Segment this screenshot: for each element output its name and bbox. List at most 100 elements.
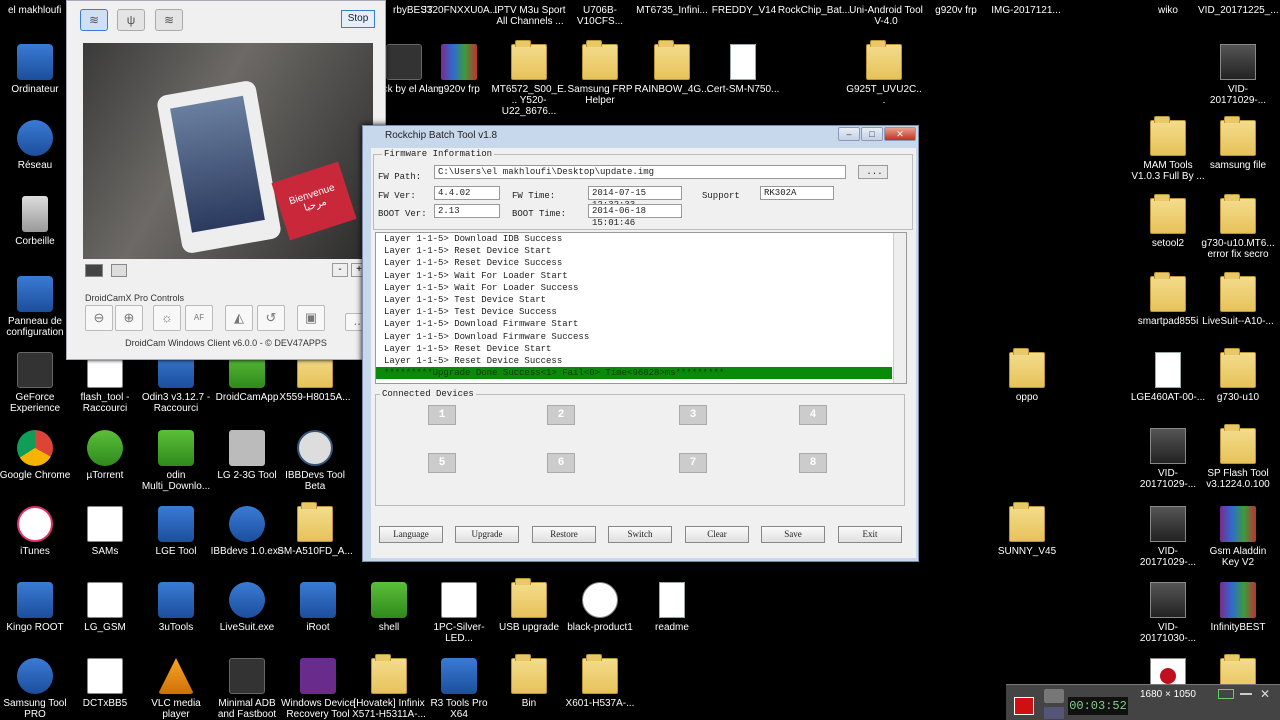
wifi-server-icon[interactable]: ≋ [155,9,183,31]
close-button[interactable]: ✕ [884,127,916,141]
language-button[interactable]: Language [379,526,443,543]
desktop-icon[interactable]: smartpad855i [1130,272,1206,327]
desktop-icon[interactable]: Bin [491,654,567,709]
desktop-icon[interactable]: Cert-SM-N750... [705,44,781,95]
desktop-icon[interactable]: Odin3 v3.12.7 - Raccourci [138,352,214,414]
autofocus-button[interactable]: AF [185,305,213,331]
desktop-icon-samsung-tool[interactable]: Samsung Tool PRO [0,658,73,720]
brightness-icon[interactable]: ☼ [153,305,181,331]
pause-icon[interactable] [1044,707,1064,719]
camera-icon[interactable] [1044,689,1064,703]
log-scrollbar[interactable] [893,233,906,383]
desktop-icon[interactable]: samsung file [1200,116,1276,171]
browse-button[interactable]: ... [858,165,888,179]
minimize-button[interactable]: – [838,127,860,141]
desktop-icon[interactable]: g730-u10.MT6... error fix secro [1200,194,1276,260]
desktop-icon[interactable]: SUNNY_V45 [989,502,1065,557]
desktop-icon[interactable]: IBBdevs 1.0.exe [209,506,285,557]
desktop-icon-label[interactable]: VID_20171225_... [1198,5,1279,16]
video-icon[interactable]: ▣ [297,305,325,331]
desktop-icon[interactable]: G925T_UVU2C... [846,40,922,106]
save-button[interactable]: Save [761,526,825,543]
desktop-icon[interactable]: LGE460AT-00-... [1130,352,1206,403]
desktop-icon[interactable]: LG 2-3G Tool [209,430,285,481]
desktop-icon[interactable]: Samsung FRP Helper [562,40,638,106]
desktop-icon[interactable]: SM-A510FD_A... [277,502,353,557]
minimize-icon[interactable] [1240,693,1252,695]
usb-icon[interactable]: ψ [117,9,145,31]
desktop-icon-geforce[interactable]: GeForce Experience [0,352,73,414]
desktop-icon-label[interactable]: wiko [1128,5,1208,16]
desktop-icon[interactable]: setool2 [1130,194,1206,249]
record-button[interactable] [1014,697,1034,715]
exit-button[interactable]: Exit [838,526,902,543]
desktop-icon[interactable]: VID-20171029-... [1130,506,1206,568]
desktop-icon-control-panel[interactable]: Panneau de configuration [0,276,73,338]
zoom-in-icon[interactable]: ⊕ [115,305,143,331]
desktop-icon[interactable]: black-product1 [562,582,638,633]
desktop-icon[interactable]: shell [351,582,427,633]
desktop-icon-label[interactable]: FREDDY_V14 [704,5,784,16]
desktop-icon[interactable]: 3uTools [138,582,214,633]
desktop-icon[interactable]: LiveSuit.exe [209,582,285,633]
desktop-icon[interactable]: 1PC-Silver-LED... [421,582,497,644]
screenshot-icon[interactable] [85,264,103,277]
maximize-button[interactable]: □ [861,127,883,141]
desktop-icon-computer[interactable]: Ordinateur [0,44,73,95]
desktop-icon[interactable]: R3 Tools Pro X64 [421,658,497,720]
restore-button[interactable]: Restore [532,526,596,543]
desktop-icon[interactable]: Gsm Aladdin Key V2 [1200,506,1276,568]
mirror-icon[interactable]: ◭ [225,305,253,331]
zoom-out-icon[interactable]: ⊖ [85,305,113,331]
desktop-icon[interactable]: VID-20171029-... [1130,428,1206,490]
desktop-icon-recycle-bin[interactable]: Corbeille [0,196,73,247]
desktop-icon[interactable]: µTorrent [67,430,143,481]
desktop-icon-label[interactable]: g920v frp [916,5,996,16]
desktop-icon[interactable]: DCTxBB5 [67,658,143,709]
desktop-icon-label[interactable]: IPTV M3u Sport All Channels ... [490,5,570,27]
desktop-icon[interactable]: VID-20171029-... [1200,44,1276,106]
desktop-icon[interactable]: Minimal ADB and Fastboot [209,658,285,720]
desktop-icon-label[interactable]: U706B-V10CFS... [560,5,640,27]
desktop-icon[interactable]: LG_GSM [67,582,143,633]
desktop-icon[interactable]: LiveSuit--A10-... [1200,272,1276,327]
desktop-icon-label[interactable]: J320FNXXU0A... [420,5,500,16]
desktop-icon[interactable]: SP Flash Tool v3.1224.0.100 [1200,424,1276,490]
desktop-icon-label[interactable]: RockChip_Bat... [774,5,854,16]
desktop-icon[interactable]: USB upgrade [491,578,567,633]
desktop-icon-chrome[interactable]: Google Chrome [0,430,73,481]
desktop-icon-kingo[interactable]: Kingo ROOT [0,582,73,633]
desktop-icon-itunes[interactable]: iTunes [0,506,73,557]
desktop-icon[interactable]: IBBDevs Tool Beta [277,430,353,492]
stop-button[interactable]: Stop [341,10,375,28]
fw-path-field[interactable]: C:\Users\el makhloufi\Desktop\update.img [434,165,846,179]
log-output[interactable]: Layer 1-1-5> Download IDB Success Layer … [375,232,907,384]
desktop-icon[interactable]: VLC media player [138,658,214,720]
desktop-icon[interactable]: RAINBOW_4G... [634,40,710,95]
desktop-icon[interactable]: iRoot [280,582,356,633]
desktop-icon[interactable]: SAMs [67,506,143,557]
desktop-icon[interactable]: oppo [989,348,1065,403]
upgrade-button[interactable]: Upgrade [455,526,519,543]
desktop-icon[interactable]: g730-u10 [1200,348,1276,403]
desktop-icon[interactable]: odin Multi_Downlo... [138,430,214,492]
desktop-icon-label[interactable]: MT6735_Infini... [632,5,712,16]
switch-button[interactable]: Switch [608,526,672,543]
desktop-icon[interactable]: InfinityBEST [1200,582,1276,633]
wifi-icon[interactable]: ≋ [80,9,108,31]
desktop-icon[interactable]: Windows Device Recovery Tool [280,658,356,720]
desktop-icon[interactable]: MAM Tools V1.0.3 Full By ... [1130,116,1206,182]
window-mode-icon[interactable] [1218,689,1234,699]
desktop-icon-label[interactable]: IMG-2017121... [986,5,1066,16]
desktop-icon[interactable]: flash_tool - Raccourci [67,352,143,414]
desktop-icon[interactable]: readme [634,582,710,633]
desktop-icon[interactable]: [Hovatek] Infinix X571-H5311A-... [351,654,427,720]
desktop-icon[interactable]: LGE Tool [138,506,214,557]
desktop-icon-network[interactable]: Réseau [0,120,73,171]
desktop-icon-label[interactable]: Uni-Android Tool V-4.0 [846,5,926,27]
desktop-icon[interactable]: X601-H537A-... [562,654,638,709]
desktop-icon[interactable]: g920v frp [421,44,497,95]
desktop-icon[interactable]: VID-20171030-... [1130,582,1206,644]
clear-button[interactable]: Clear [685,526,749,543]
desktop-icon[interactable]: MT6572_S00_E... Y520-U22_8676... [491,40,567,117]
